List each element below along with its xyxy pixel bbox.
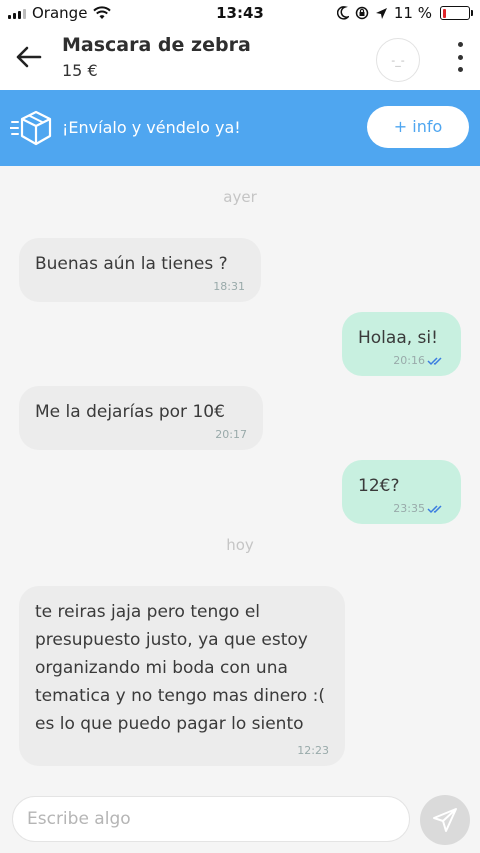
back-arrow-icon[interactable] bbox=[12, 40, 46, 74]
message-time: 20:16 bbox=[393, 354, 425, 367]
rotation-lock-icon bbox=[355, 6, 369, 20]
location-icon bbox=[375, 7, 387, 19]
double-check-icon bbox=[427, 357, 442, 366]
more-options-icon[interactable] bbox=[456, 42, 464, 72]
message-text: Buenas aún la tienes ? bbox=[35, 254, 228, 274]
message-incoming: Buenas aún la tienes ? 18:31 bbox=[19, 238, 261, 302]
message-time: 20:17 bbox=[215, 428, 247, 441]
message-input[interactable] bbox=[12, 796, 410, 842]
moon-icon bbox=[336, 6, 349, 20]
battery-percent: 11 % bbox=[393, 4, 432, 22]
avatar[interactable]: -_- bbox=[376, 38, 420, 82]
chat-header: Mascara de zebra 15 € -_- bbox=[0, 28, 480, 90]
send-button[interactable] bbox=[420, 795, 470, 845]
date-separator: hoy bbox=[226, 536, 254, 554]
message-time-row: 23:35 bbox=[358, 502, 445, 516]
message-outgoing: Holaa, si! 20:16 bbox=[342, 312, 461, 376]
composer-bar bbox=[0, 790, 480, 853]
banner-text: ¡Envíalo y véndelo ya! bbox=[62, 118, 241, 137]
avatar-face: -_- bbox=[391, 53, 405, 67]
message-text: te reiras jaja pero tengo el presupuesto… bbox=[35, 602, 325, 734]
message-time: 12:23 bbox=[297, 744, 329, 757]
message-text: Me la dejarías por 10€ bbox=[35, 402, 225, 422]
package-icon bbox=[10, 110, 52, 146]
status-right: 11 % bbox=[336, 4, 473, 22]
battery-level bbox=[442, 8, 446, 18]
message-incoming: te reiras jaja pero tengo el presupuesto… bbox=[19, 586, 345, 766]
shipping-banner: ¡Envíalo y véndelo ya! + info bbox=[0, 90, 480, 166]
double-check-icon bbox=[427, 505, 442, 514]
item-title[interactable]: Mascara de zebra bbox=[62, 34, 251, 56]
send-icon bbox=[433, 808, 457, 832]
message-time-row: 20:16 bbox=[358, 354, 445, 368]
message-incoming: Me la dejarías por 10€ 20:17 bbox=[19, 386, 263, 450]
message-outgoing: 12€? 23:35 bbox=[342, 460, 461, 524]
message-time: 18:31 bbox=[213, 280, 245, 293]
status-bar: Orange 13:43 11 % bbox=[0, 0, 480, 28]
item-price: 15 € bbox=[62, 61, 98, 80]
message-text: 12€? bbox=[358, 476, 400, 496]
message-list[interactable]: ayer Buenas aún la tienes ? 18:31 Holaa,… bbox=[0, 166, 480, 790]
message-text: Holaa, si! bbox=[358, 328, 438, 348]
date-separator: ayer bbox=[223, 188, 257, 206]
battery-icon bbox=[440, 6, 473, 20]
more-info-button[interactable]: + info bbox=[367, 106, 469, 148]
message-time: 23:35 bbox=[393, 502, 425, 515]
